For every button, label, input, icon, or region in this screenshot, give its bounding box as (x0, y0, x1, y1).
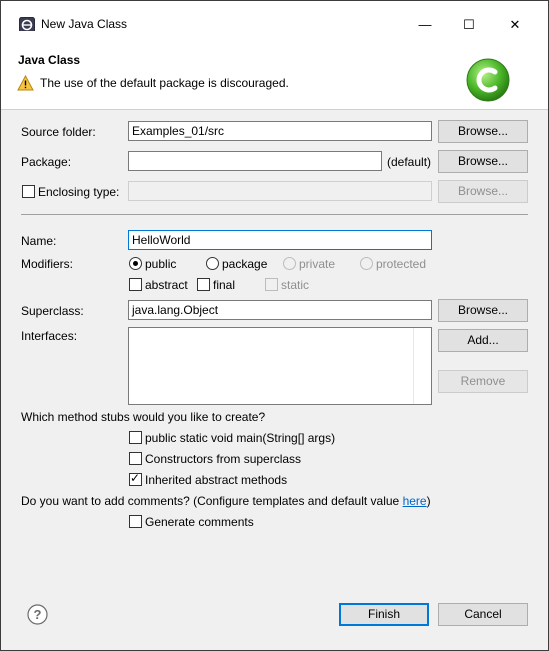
page-title: Java Class (18, 53, 81, 67)
package-label: Package: (21, 155, 72, 169)
enclosing-type-label: Enclosing type: (38, 185, 120, 199)
new-java-class-dialog: New Java Class — ☐ ✕ Java Class The use … (0, 0, 549, 651)
source-folder-label: Source folder: (21, 125, 96, 139)
wizard-header: Java Class The use of the default packag… (1, 31, 548, 110)
interfaces-label: Interfaces: (21, 329, 78, 343)
package-input[interactable] (128, 151, 382, 171)
modifier-private-label: private (299, 257, 336, 271)
source-folder-input[interactable]: Examples_01/src (128, 121, 432, 141)
comments-question-suffix: ) (426, 494, 431, 508)
constructors-checkbox[interactable] (129, 452, 142, 465)
package-browse-button[interactable]: Browse... (438, 150, 528, 173)
modifier-final-checkbox[interactable] (197, 278, 210, 291)
checkmark-icon: ✓ (130, 471, 141, 485)
comments-question-text: Do you want to add comments? (Configure … (21, 494, 403, 508)
interfaces-list[interactable] (128, 327, 432, 405)
interfaces-scrollbar[interactable] (413, 328, 431, 404)
radio-selected-dot (133, 261, 138, 266)
name-label: Name: (21, 234, 57, 248)
modifier-private-radio[interactable] (283, 257, 296, 270)
java-class-wizard-icon (466, 58, 510, 102)
modifier-static-checkbox[interactable] (265, 278, 278, 291)
constructors-label: Constructors from superclass (145, 452, 302, 466)
comments-question: Do you want to add comments? (Configure … (21, 494, 431, 508)
section-separator (21, 214, 528, 215)
modifier-package-label: package (222, 257, 268, 271)
main-method-checkbox[interactable] (129, 431, 142, 444)
superclass-input[interactable]: java.lang.Object (128, 300, 432, 320)
modifier-protected-label: protected (376, 257, 427, 271)
finish-button[interactable]: Finish (339, 603, 429, 626)
title-bar: New Java Class — ☐ ✕ (1, 1, 548, 33)
package-default-hint: (default) (387, 155, 432, 169)
class-name-input[interactable]: HelloWorld (128, 230, 432, 250)
warning-icon (17, 75, 34, 91)
cancel-button[interactable]: Cancel (438, 603, 528, 626)
main-method-label: public static void main(String[] args) (145, 431, 336, 445)
interfaces-add-button[interactable]: Add... (438, 329, 528, 352)
help-icon[interactable]: ? (27, 604, 48, 625)
templates-link[interactable]: here (403, 494, 427, 508)
modifier-public-label: public (145, 257, 177, 271)
inherited-methods-checkbox[interactable]: ✓ (129, 471, 142, 486)
generate-comments-checkbox[interactable] (129, 515, 142, 528)
modifier-abstract-label: abstract (145, 278, 188, 292)
superclass-browse-button[interactable]: Browse... (438, 299, 528, 322)
header-message: The use of the default package is discou… (40, 76, 289, 90)
modifier-final-label: final (213, 278, 236, 292)
source-folder-browse-button[interactable]: Browse... (438, 120, 528, 143)
modifier-static-label: static (281, 278, 310, 292)
inherited-methods-label: Inherited abstract methods (145, 473, 288, 487)
method-stubs-question: Which method stubs would you like to cre… (21, 410, 266, 424)
modifier-package-radio[interactable] (206, 257, 219, 270)
modifiers-label: Modifiers: (21, 257, 74, 271)
enclosing-type-checkbox[interactable] (22, 185, 35, 198)
enclosing-type-browse-button[interactable]: Browse... (438, 180, 528, 203)
wizard-content: Source folder: Examples_01/src Browse...… (1, 110, 548, 650)
help-icon-glyph: ? (34, 607, 42, 622)
modifier-public-radio[interactable] (129, 257, 142, 270)
enclosing-type-input[interactable] (128, 181, 432, 201)
interfaces-remove-button[interactable]: Remove (438, 370, 528, 393)
generate-comments-label: Generate comments (145, 515, 254, 529)
window-title: New Java Class (41, 17, 128, 31)
superclass-label: Superclass: (21, 304, 84, 318)
modifier-protected-radio[interactable] (360, 257, 373, 270)
modifier-abstract-checkbox[interactable] (129, 278, 142, 291)
